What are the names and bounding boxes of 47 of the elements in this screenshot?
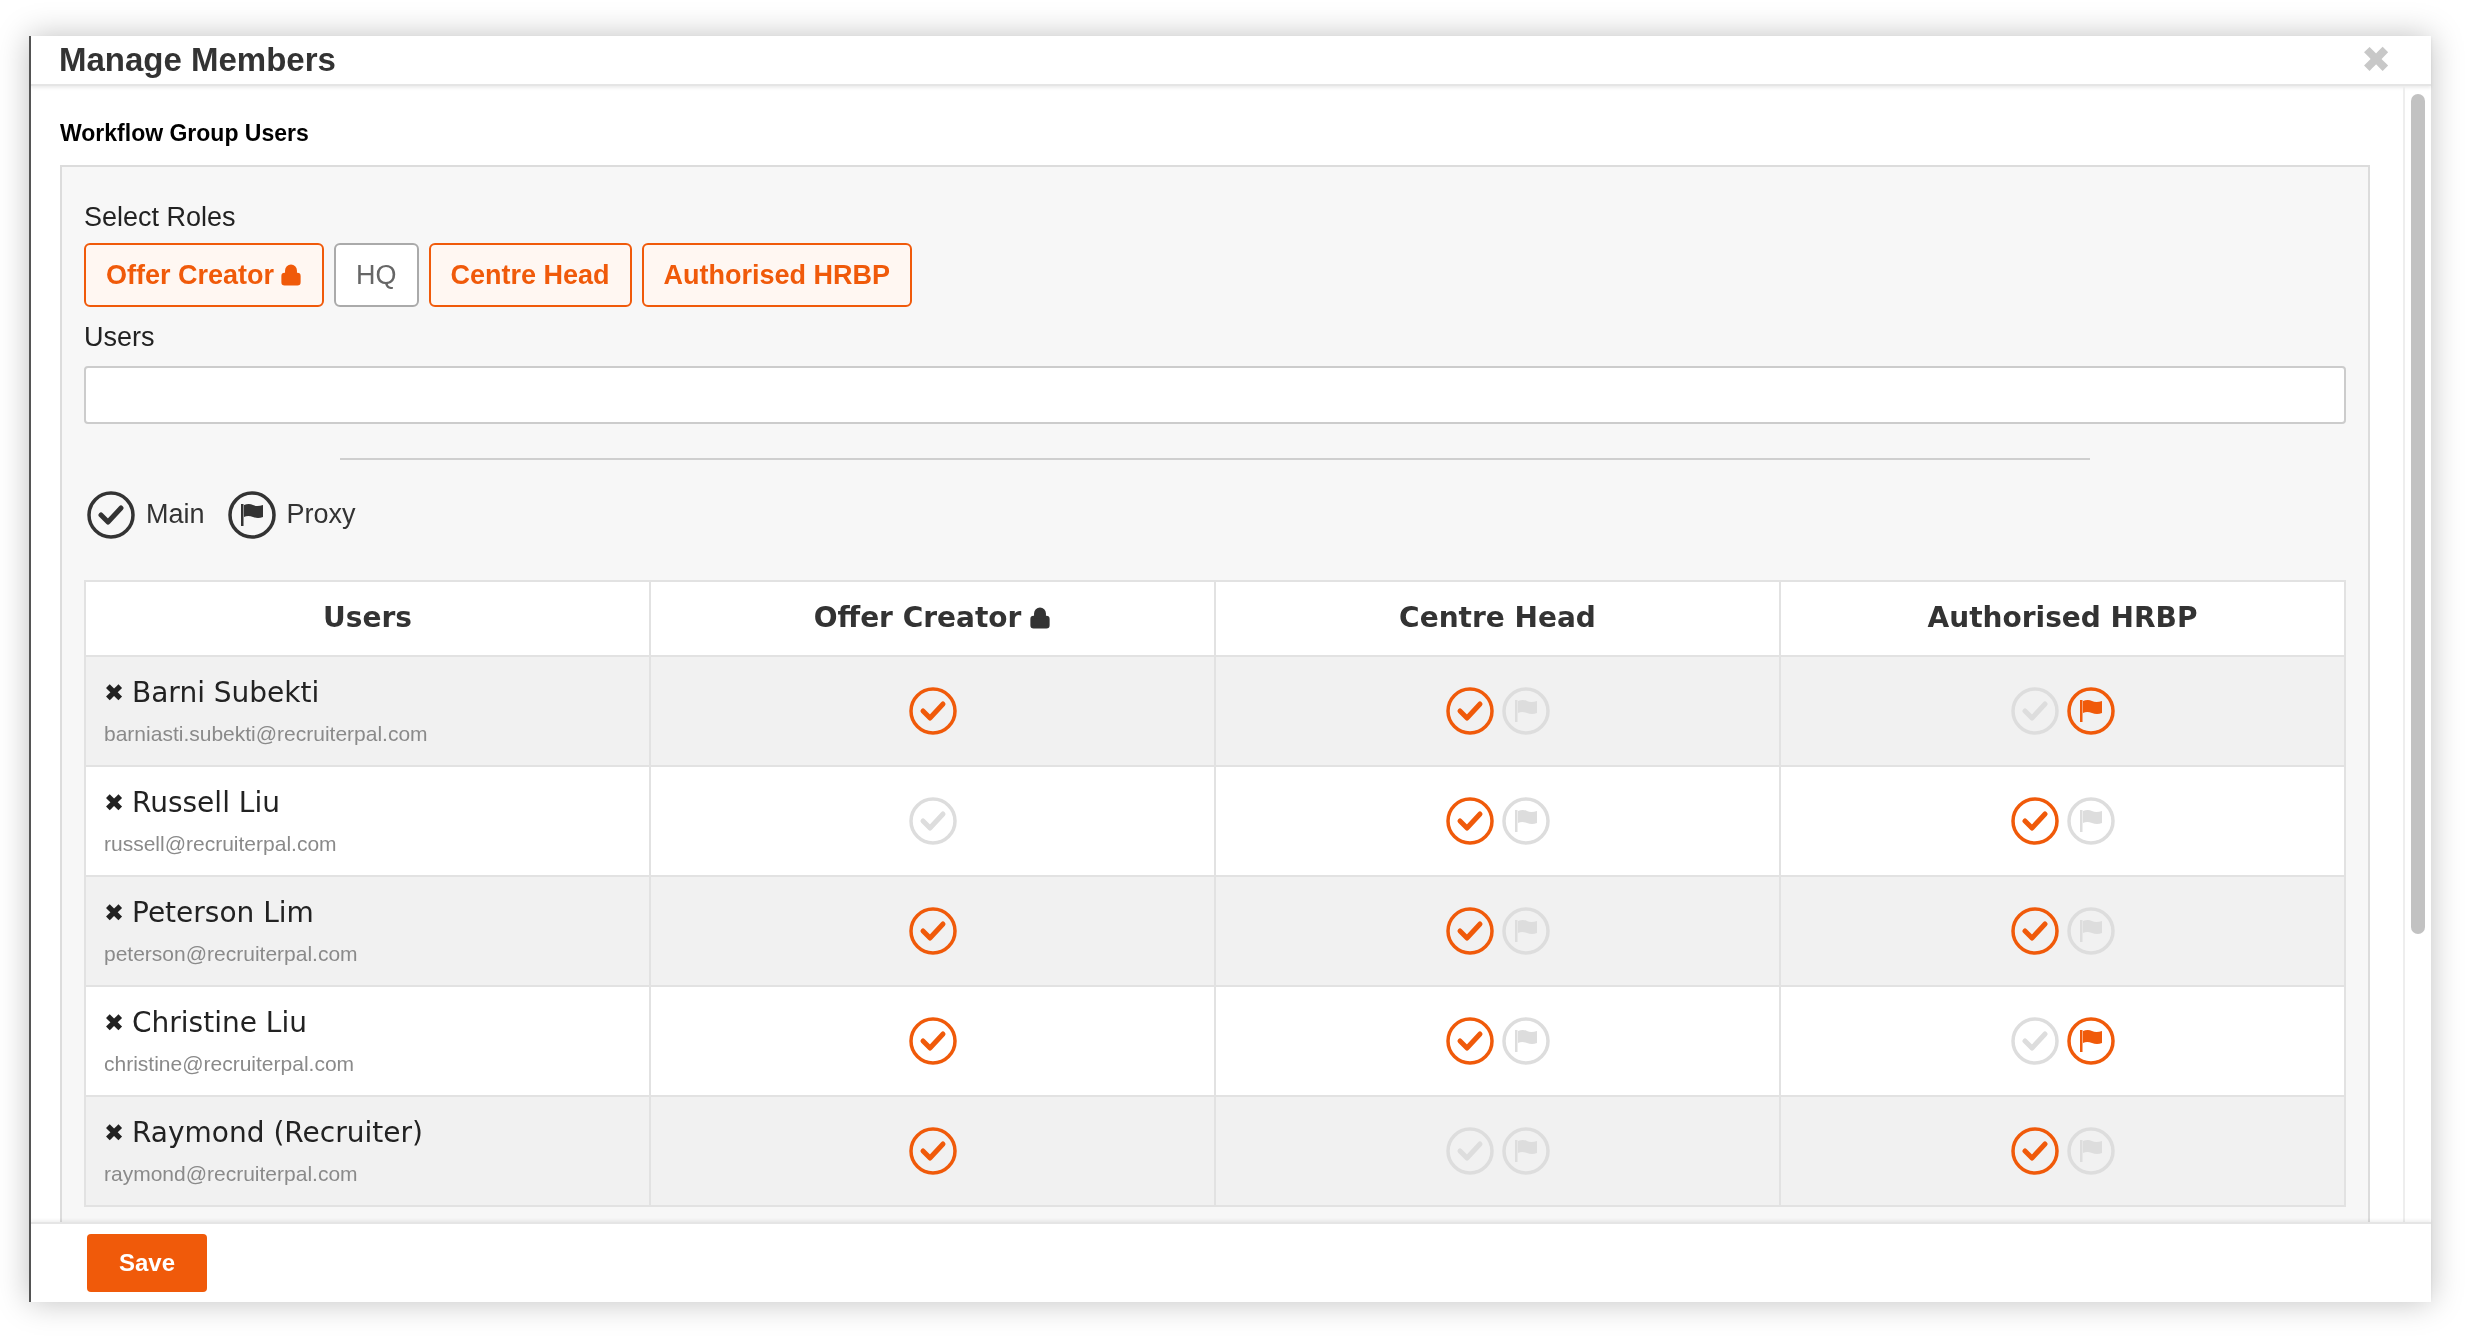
role-toggle[interactable]: Offer Creator <box>84 243 325 307</box>
user-name: Raymond (Recruiter) <box>132 1114 423 1151</box>
flag-circle-icon[interactable] <box>2065 685 2116 736</box>
user-email: raymond@recruiterpal.com <box>104 1160 359 1187</box>
column-header: Offer Creator <box>813 600 1022 636</box>
flag-circle-icon[interactable] <box>2065 1015 2116 1066</box>
remove-button[interactable]: ✖ <box>104 1120 124 1145</box>
column-header: Authorised HRBP <box>1927 600 2198 636</box>
remove-button[interactable]: ✖ <box>104 680 124 705</box>
check-circle-icon[interactable] <box>1444 905 1495 956</box>
check-circle-icon[interactable] <box>907 905 958 956</box>
legend-label: Proxy <box>286 498 356 532</box>
dialog-title: Manage Members <box>59 40 336 81</box>
user-email: peterson@recruiterpal.com <box>104 940 359 967</box>
check-circle-icon[interactable] <box>907 1125 958 1176</box>
user-name: Barni Subekti <box>132 674 320 711</box>
users-label: Users <box>84 321 156 354</box>
roles-label: Select Roles <box>84 200 237 234</box>
role-toggle[interactable]: Authorised HRBP <box>641 243 913 307</box>
scrollbar-thumb[interactable] <box>2411 94 2425 934</box>
remove-button[interactable]: ✖ <box>104 790 124 815</box>
column-header: Users <box>323 600 412 636</box>
check-circle-icon[interactable] <box>1444 1015 1495 1066</box>
user-email: christine@recruiterpal.com <box>104 1050 356 1077</box>
column-header: Centre Head <box>1399 600 1596 636</box>
save-button[interactable]: Save <box>87 1234 207 1292</box>
remove-button[interactable]: ✖ <box>104 900 124 925</box>
user-name: Christine Liu <box>132 1004 307 1041</box>
check-circle-icon[interactable] <box>2009 795 2060 846</box>
user-email: barniasti.subekti@recruiterpal.com <box>104 720 429 747</box>
user-name: Peterson Lim <box>132 894 314 931</box>
role-toggle[interactable]: Centre Head <box>428 243 632 307</box>
check-circle-icon[interactable] <box>2009 1125 2060 1176</box>
check-circle-icon[interactable] <box>1444 685 1495 736</box>
check-circle-icon[interactable] <box>907 1015 958 1066</box>
legend-label: Main <box>146 498 205 532</box>
check-circle-icon[interactable] <box>907 685 958 736</box>
remove-button[interactable]: ✖ <box>104 1010 124 1035</box>
role-toggle[interactable]: HQ <box>334 243 419 307</box>
section-title: Workflow Group Users <box>60 119 310 148</box>
user-name: Russell Liu <box>132 784 280 821</box>
check-circle-icon[interactable] <box>1444 795 1495 846</box>
users-field[interactable] <box>84 365 2346 424</box>
flag-circle-icon <box>226 489 277 540</box>
check-circle-icon <box>86 489 136 540</box>
check-circle-icon[interactable] <box>2009 905 2060 956</box>
user-email: russell@recruiterpal.com <box>104 830 338 857</box>
